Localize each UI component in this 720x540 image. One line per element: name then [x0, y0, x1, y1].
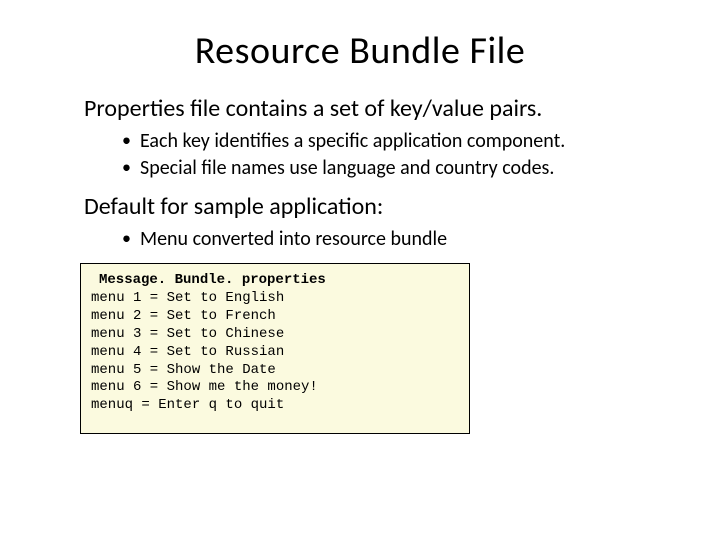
code-line: menu 5 = Show the Date — [91, 362, 459, 380]
code-line: menu 4 = Set to Russian — [91, 344, 459, 362]
list-item: Menu converted into resource bundle — [122, 226, 660, 253]
code-line: menuq = Enter q to quit — [91, 397, 459, 415]
code-box: Message. Bundle. properties menu 1 = Set… — [80, 263, 470, 434]
slide: Resource Bundle File Properties file con… — [0, 0, 720, 454]
section1-heading: Properties file contains a set of key/va… — [84, 94, 660, 124]
section1-bullets: Each key identifies a specific applicati… — [122, 128, 660, 182]
code-header: Message. Bundle. properties — [99, 272, 459, 290]
page-title: Resource Bundle File — [60, 28, 660, 74]
code-line: menu 6 = Show me the money! — [91, 379, 459, 397]
code-line: menu 1 = Set to English — [91, 290, 459, 308]
list-item: Each key identifies a specific applicati… — [122, 128, 660, 155]
body: Properties file contains a set of key/va… — [84, 94, 660, 434]
section2-bullets: Menu converted into resource bundle — [122, 226, 660, 253]
list-item: Special file names use language and coun… — [122, 155, 660, 182]
section2-heading: Default for sample application: — [84, 192, 660, 222]
code-line: menu 3 = Set to Chinese — [91, 326, 459, 344]
code-line: menu 2 = Set to French — [91, 308, 459, 326]
